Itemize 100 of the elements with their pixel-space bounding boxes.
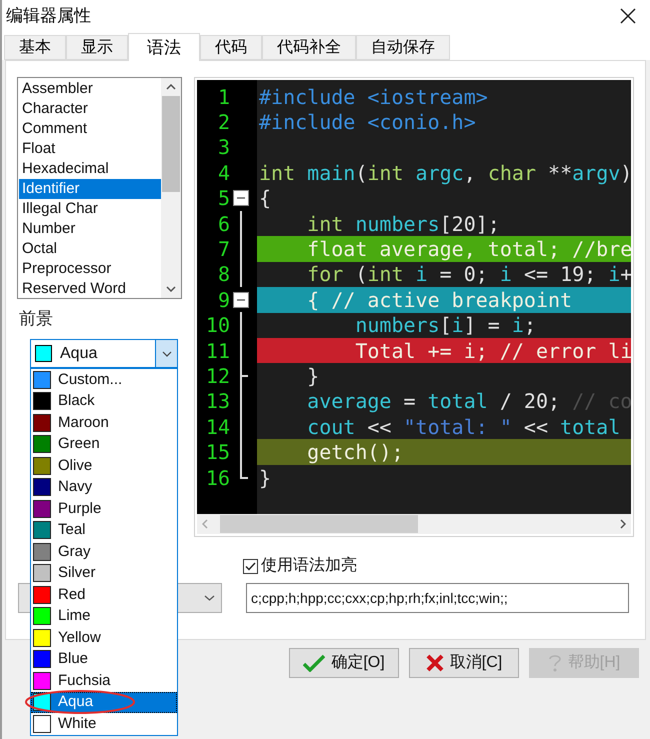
line-number: 7 — [216, 239, 230, 260]
dropdown-option[interactable]: Custom... — [31, 369, 177, 390]
code-line: #include <iostream> — [259, 86, 488, 107]
dialog-button[interactable]: 确定[O] — [289, 648, 399, 678]
tab[interactable]: 代码补全 — [262, 35, 356, 60]
tab[interactable]: 代码 — [200, 35, 262, 60]
tab[interactable]: 语法 — [128, 33, 200, 61]
fold-end-line — [240, 464, 248, 479]
option-label: Aqua — [58, 692, 94, 712]
code-line: numbers[i] = i; — [354, 315, 536, 336]
code-line: int main(int argc, char **argv) — [259, 162, 631, 183]
scrollbar[interactable] — [161, 78, 181, 298]
list-item[interactable]: Illegal Char — [19, 199, 161, 219]
dropdown-option[interactable]: Teal — [31, 520, 177, 541]
option-label: Purple — [58, 498, 102, 518]
chevron-down-icon — [204, 595, 215, 601]
checkbox[interactable] — [243, 558, 258, 574]
line-number: 4 — [216, 162, 230, 183]
close-icon[interactable] — [620, 8, 636, 24]
line-number: 1 — [216, 86, 230, 107]
option-label: Custom... — [58, 370, 122, 390]
option-label: Lime — [58, 606, 91, 626]
fold-box-icon[interactable] — [233, 190, 249, 206]
code-line: cout << "total: " << total — [306, 416, 620, 437]
line-number: 14 — [204, 416, 230, 437]
help-icon — [548, 653, 562, 673]
line-number: 3 — [216, 137, 230, 158]
dropdown-option[interactable]: White — [31, 713, 177, 734]
foreground-label: 前景 — [19, 308, 54, 330]
list-item[interactable]: Number — [19, 219, 161, 239]
option-label: Gray — [58, 542, 91, 562]
dropdown-option[interactable]: Yellow — [31, 627, 177, 648]
option-label: Red — [58, 584, 86, 604]
list-item[interactable]: Character — [19, 99, 161, 119]
fold-box-icon[interactable] — [233, 292, 249, 308]
foreground-combobox[interactable]: Aqua — [30, 339, 178, 368]
dropdown-option[interactable]: Black — [31, 390, 177, 412]
option-label: Fuchsia — [58, 670, 111, 690]
line-number: 11 — [204, 340, 230, 361]
color-swatch — [35, 345, 52, 362]
dropdown-option[interactable]: Olive — [31, 455, 177, 476]
tab[interactable]: 显示 — [66, 35, 128, 60]
line-number: 9 — [216, 290, 230, 310]
option-label: Navy — [58, 477, 92, 497]
line-number: 8 — [216, 264, 230, 284]
line-number: 10 — [204, 315, 230, 336]
dropdown-option[interactable]: Green — [31, 434, 177, 455]
dropdown-option[interactable]: Maroon — [31, 412, 177, 434]
list-item[interactable]: Hexadecimal — [19, 159, 161, 179]
line-number: 6 — [216, 214, 230, 234]
list-item[interactable]: Assembler — [19, 79, 161, 99]
code-line: float average, total; //bre — [306, 239, 631, 260]
option-label: Maroon — [58, 412, 109, 432]
dropdown-button[interactable] — [155, 340, 177, 367]
list-item[interactable]: Comment — [19, 119, 161, 139]
dropdown-option[interactable]: Blue — [31, 648, 177, 670]
dropdown-option[interactable]: Navy — [31, 476, 177, 498]
option-label: White — [58, 714, 96, 734]
list-item[interactable]: Float — [19, 139, 161, 159]
checkbox-label: 使用语法加亮 — [261, 556, 357, 576]
window-title: 编辑器属性 — [6, 5, 91, 28]
list-item[interactable]: Identifier — [19, 179, 161, 199]
line-number: 16 — [204, 468, 230, 488]
option-label: Green — [58, 434, 100, 454]
option-label: Blue — [58, 649, 88, 669]
code-line: Total += i; // error li — [354, 340, 631, 361]
scrollbar-thumb[interactable] — [220, 515, 418, 533]
dropdown-option[interactable]: Gray — [31, 541, 177, 562]
extensions-field[interactable]: c;cpp;h;hpp;cc;cxx;cp;hp;rh;fx;inl;tcc;win;; — [246, 583, 629, 613]
list-item[interactable]: Preprocessor — [19, 259, 161, 279]
scrollbar-thumb[interactable] — [162, 96, 180, 192]
code-line: #include <conio.h> — [259, 112, 476, 132]
code-line: getch(); — [306, 442, 404, 462]
line-number: 5 — [216, 188, 230, 208]
code-line: { // active breakpoint — [306, 290, 572, 310]
cross-icon — [426, 654, 444, 672]
option-label: Teal — [58, 520, 86, 540]
checkmark-icon — [303, 654, 326, 672]
dropdown-option[interactable]: Red — [31, 584, 177, 606]
dropdown-option[interactable]: Purple — [31, 498, 177, 520]
list-item[interactable]: Octal — [19, 239, 161, 259]
line-number: 12 — [204, 366, 230, 386]
fold-branch-line — [240, 363, 248, 389]
horizontal-scrollbar[interactable] — [197, 514, 631, 534]
option-label: Silver — [58, 563, 96, 583]
line-number: 13 — [204, 391, 230, 412]
code-line: } — [306, 366, 320, 386]
line-number: 15 — [204, 442, 230, 462]
tab[interactable]: 基本 — [4, 35, 66, 60]
line-number: 2 — [216, 112, 230, 132]
chevron-down-icon — [162, 350, 172, 356]
list-item[interactable]: Reserved Word — [19, 279, 161, 299]
dialog-button[interactable]: 取消[C] — [409, 648, 519, 678]
option-label: Black — [58, 391, 95, 411]
code-line: int numbers[20]; — [306, 214, 500, 234]
dropdown-option[interactable]: Silver — [31, 562, 177, 584]
dropdown-option[interactable]: Lime — [31, 606, 177, 627]
tab[interactable]: 自动保存 — [356, 35, 450, 60]
dropdown-option[interactable]: Fuchsia — [31, 670, 177, 692]
option-label: Olive — [58, 456, 92, 476]
